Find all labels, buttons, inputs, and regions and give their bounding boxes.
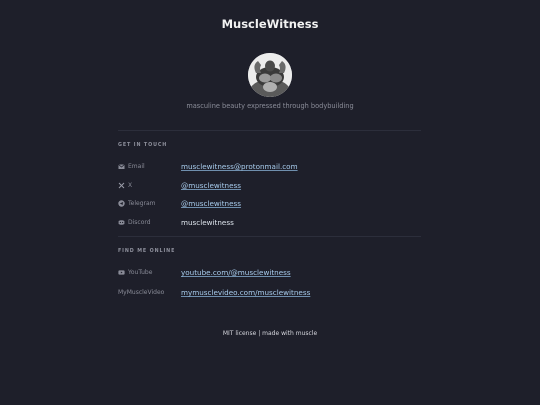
contact-label-telegram: Telegram	[118, 200, 156, 207]
divider	[118, 236, 421, 237]
x-logo-icon	[118, 182, 125, 189]
email-link[interactable]: musclewitness@protonmail.com	[181, 162, 298, 171]
telegram-icon	[118, 200, 125, 207]
page: MuscleWitness masculine beauty expressed…	[0, 0, 540, 405]
x-link[interactable]: @musclewitness	[181, 181, 241, 190]
avatar	[248, 53, 292, 97]
online-row-mymusclevideo: MyMuscleVideo mymusclevideo.com/musclewi…	[118, 288, 421, 298]
contact-label-x: X	[118, 182, 132, 189]
mymusclevideo-link[interactable]: mymusclevideo.com/musclewitness	[181, 288, 310, 297]
contact-row-discord: Discord musclewitness	[118, 218, 421, 228]
online-row-youtube: YouTube youtube.com/@musclewitness	[118, 268, 421, 278]
contact-label-discord: Discord	[118, 219, 151, 226]
footer-text: MIT license | made with muscle	[222, 330, 318, 337]
avatar-image	[248, 53, 292, 97]
site-title: MuscleWitness	[221, 17, 319, 31]
discord-handle: musclewitness	[181, 218, 234, 227]
discord-icon	[118, 219, 125, 226]
youtube-link[interactable]: youtube.com/@musclewitness	[181, 268, 291, 277]
mail-icon	[118, 163, 125, 170]
divider	[118, 130, 421, 131]
section-heading-online: FIND ME ONLINE	[118, 249, 176, 254]
contact-row-x: X @musclewitness	[118, 181, 421, 191]
youtube-icon	[118, 269, 125, 276]
online-label-youtube: YouTube	[118, 269, 152, 276]
section-heading-contact: GET IN TOUCH	[118, 143, 168, 148]
contact-label-email: Email	[118, 163, 145, 170]
contact-row-telegram: Telegram @musclewitness	[118, 199, 421, 209]
online-label-mymusclevideo: MyMuscleVideo	[118, 289, 165, 296]
telegram-link[interactable]: @musclewitness	[181, 199, 241, 208]
contact-row-email: Email musclewitness@protonmail.com	[118, 162, 421, 172]
tagline: masculine beauty expressed through bodyb…	[186, 102, 354, 110]
